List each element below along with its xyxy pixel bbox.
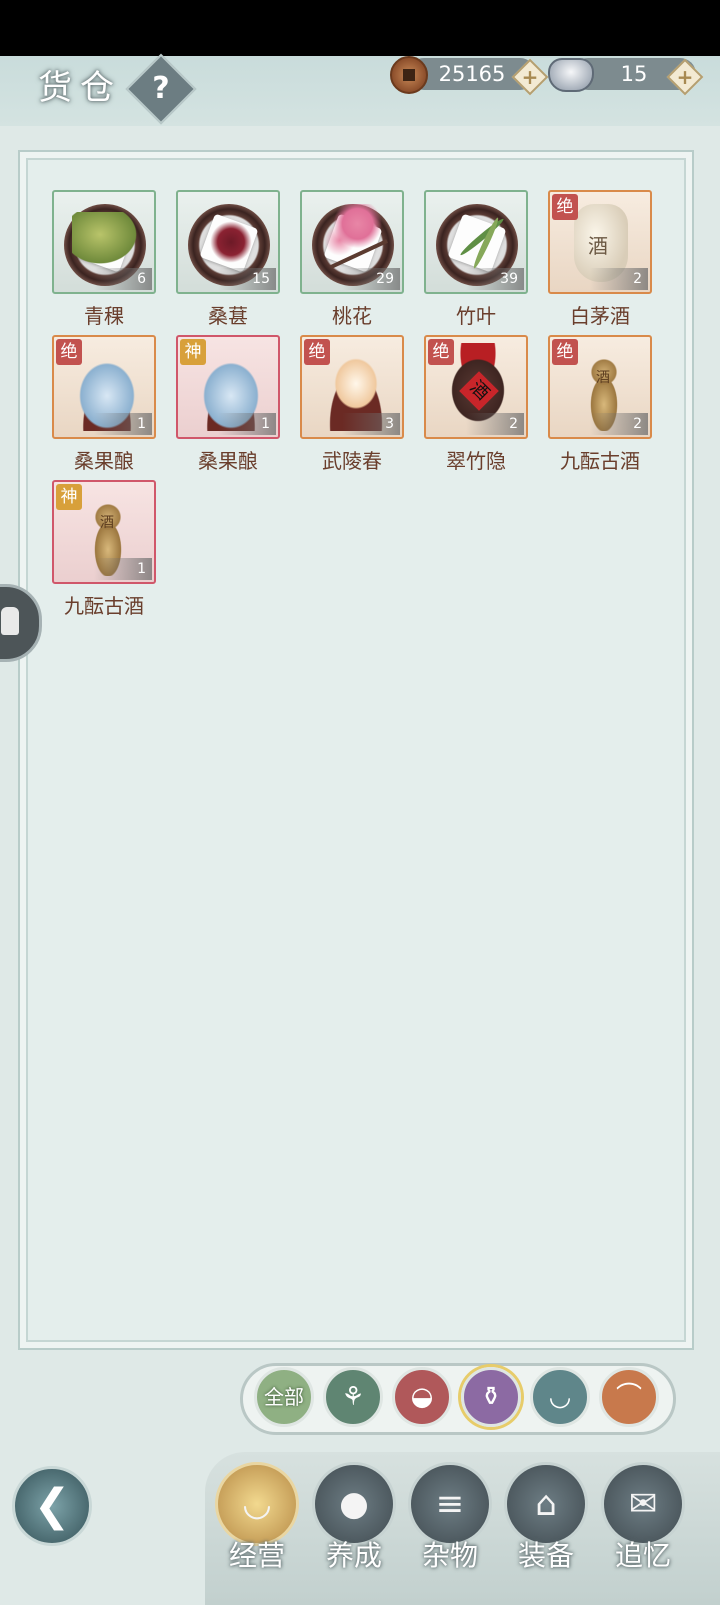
filter-button-sprout[interactable]: ⚘	[323, 1367, 383, 1427]
rarity-badge: 绝	[56, 339, 82, 365]
item-name: 白茅酒	[570, 304, 630, 328]
blossom-icon	[318, 204, 390, 270]
nav-tab-2[interactable]: ● 养成	[310, 1462, 398, 1582]
rarity-badge: 绝	[304, 339, 330, 365]
item-name: 翠竹隐	[446, 449, 506, 473]
inventory-item[interactable]: 绝 1 桑果酿	[52, 335, 156, 474]
item-name: 竹叶	[456, 304, 496, 328]
berry-icon	[206, 220, 256, 264]
item-name: 九酝古酒	[560, 449, 640, 473]
item-count: 2	[590, 413, 648, 435]
item-card[interactable]: 绝2	[548, 190, 652, 294]
item-count: 39	[466, 268, 524, 290]
copper-coin-icon	[390, 56, 428, 94]
item-card[interactable]: 29	[300, 190, 404, 294]
feather-icon: ⌒	[615, 1382, 642, 1412]
nav-tab-label: 追忆	[614, 1539, 671, 1572]
inventory-item[interactable]: 绝2翠竹隐	[424, 335, 528, 474]
item-card[interactable]: 6	[52, 190, 156, 294]
item-card[interactable]: 神1	[176, 335, 280, 439]
item-card[interactable]: 绝3	[300, 335, 404, 439]
nav-tab-3[interactable]: ≡ 杂物	[406, 1462, 494, 1582]
filter-button-all[interactable]: 全部	[254, 1367, 314, 1427]
robe-icon: ⌂	[535, 1484, 557, 1524]
inventory-item[interactable]: 绝2白茅酒	[548, 190, 652, 329]
item-card[interactable]: 绝2	[548, 335, 652, 439]
item-card[interactable]: 39	[424, 190, 528, 294]
bamboo-icon	[448, 210, 516, 270]
item-count: 2	[590, 268, 648, 290]
item-count: 3	[342, 413, 400, 435]
sprout-icon: ⚘	[341, 1382, 365, 1412]
item-name: 武陵春	[322, 449, 382, 473]
inventory-item[interactable]: 绝 3 武陵春	[300, 335, 404, 474]
silver-amount: 15	[620, 62, 648, 86]
all-icon: 全部	[264, 1385, 304, 1409]
rarity-badge: 绝	[428, 339, 454, 365]
inventory-item[interactable]: 绝2九酝古酒	[548, 335, 652, 474]
letter-icon: ✉	[628, 1484, 658, 1524]
crystal-ball-icon: ●	[339, 1484, 369, 1524]
inventory-item[interactable]: 15 桑葚	[176, 190, 280, 329]
item-name: 九酝古酒	[64, 594, 144, 618]
item-count: 1	[218, 413, 276, 435]
inventory-item[interactable]: 39 竹叶	[424, 190, 528, 329]
item-count: 1	[94, 413, 152, 435]
item-card[interactable]: 绝1	[52, 335, 156, 439]
item-card[interactable]: 15	[176, 190, 280, 294]
rarity-badge: 绝	[552, 194, 578, 220]
inventory-item[interactable]: 神 1 桑果酿	[176, 335, 280, 474]
nav-tab-1[interactable]: ◡ 经营	[213, 1462, 301, 1582]
nav-tab-label: 经营	[228, 1539, 285, 1572]
back-arrow-icon: ❮	[33, 1480, 71, 1531]
inventory-item[interactable]: 6 青稞	[52, 190, 156, 329]
mortar-icon: ◡	[548, 1382, 572, 1412]
filter-button-feather[interactable]: ⌒	[599, 1367, 659, 1427]
page-title: 货仓	[38, 68, 122, 108]
item-count: 2	[466, 413, 524, 435]
wine-bottle-icon	[1, 607, 19, 635]
item-name: 桑果酿	[74, 449, 134, 473]
item-count: 1	[94, 558, 152, 580]
item-count: 6	[94, 268, 152, 290]
coin-amount: 25165	[438, 62, 506, 86]
bundle-icon: ≡	[435, 1484, 465, 1524]
nav-tab-label: 养成	[325, 1539, 382, 1572]
rarity-badge: 神	[180, 339, 206, 365]
rarity-badge: 绝	[552, 339, 578, 365]
item-card[interactable]: 绝2	[424, 335, 528, 439]
filter-button-mortar[interactable]: ◡	[530, 1367, 590, 1427]
status-bar	[0, 0, 720, 56]
inventory-item[interactable]: 神1九酝古酒	[52, 480, 156, 619]
silver-ingot-icon	[548, 58, 594, 92]
item-card[interactable]: 神1	[52, 480, 156, 584]
question-icon: ?	[152, 71, 170, 106]
nav-tab-label: 杂物	[421, 1539, 478, 1572]
item-count: 29	[342, 268, 400, 290]
plus-icon: +	[521, 65, 539, 89]
item-name: 青稞	[84, 304, 124, 328]
food-bowl-icon: ◒	[410, 1382, 434, 1412]
inventory-item[interactable]: 29 桃花	[300, 190, 404, 329]
nav-tab-5[interactable]: ✉ 追忆	[599, 1462, 687, 1582]
wine-jar-icon: ⚱	[480, 1382, 502, 1412]
item-name: 桃花	[332, 304, 372, 328]
bowl-icon: ◡	[242, 1484, 272, 1524]
plus-icon: +	[676, 65, 694, 89]
filter-button-wine-jar[interactable]: ⚱	[461, 1367, 521, 1427]
rarity-badge: 神	[56, 484, 82, 510]
wheat-icon	[72, 212, 142, 268]
filter-button-food-bowl[interactable]: ◒	[392, 1367, 452, 1427]
item-name: 桑葚	[208, 304, 248, 328]
item-name: 桑果酿	[198, 449, 258, 473]
nav-tab-label: 装备	[517, 1539, 574, 1572]
item-count: 15	[218, 268, 276, 290]
back-button[interactable]: ❮	[12, 1466, 92, 1546]
inventory-panel	[18, 150, 694, 1350]
nav-tab-4[interactable]: ⌂ 装备	[502, 1462, 590, 1582]
